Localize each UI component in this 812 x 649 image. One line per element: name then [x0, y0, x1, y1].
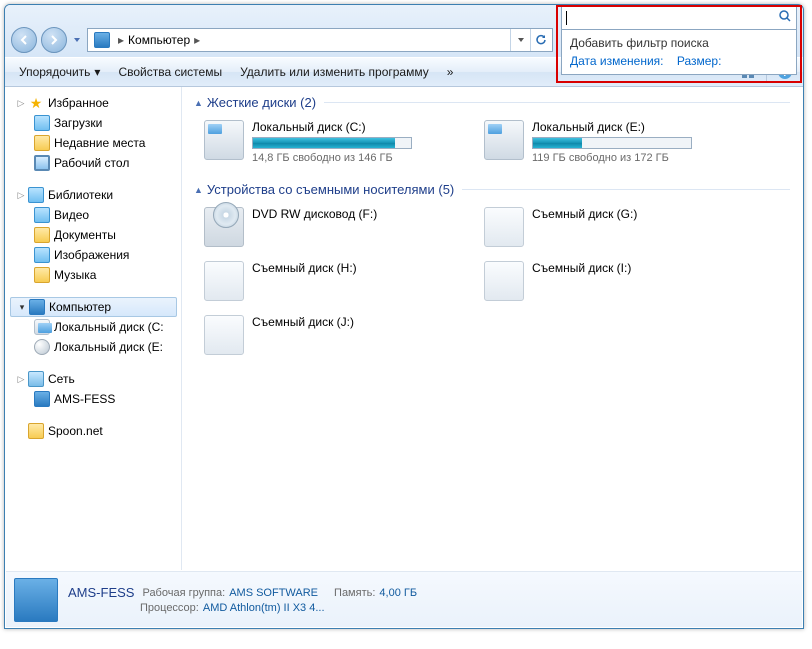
- drive-label: Локальный диск (E:): [532, 120, 692, 134]
- drive-removable-h[interactable]: Съемный диск (H:): [200, 257, 450, 305]
- folder-icon: [28, 423, 44, 439]
- back-button[interactable]: [11, 27, 37, 53]
- network-icon: [28, 371, 44, 387]
- search-icon[interactable]: [778, 9, 792, 26]
- sidebar-videos[interactable]: Видео: [6, 205, 181, 225]
- memory-label: Память:: [334, 587, 375, 599]
- search-filter-heading: Добавить фильтр поиска: [570, 36, 788, 50]
- uninstall-change-program-button[interactable]: Удалить или изменить программу: [234, 62, 435, 82]
- drive-removable-j[interactable]: Съемный диск (J:): [200, 311, 450, 359]
- pictures-icon: [34, 247, 50, 263]
- sidebar-favorites[interactable]: ▷★Избранное: [6, 93, 181, 113]
- details-name: AMS-FESS: [68, 585, 134, 600]
- group-removable[interactable]: ▲Устройства со съемными носителями (5): [194, 182, 790, 197]
- drive-dvd-f[interactable]: DVD RW дисковод (F:): [200, 203, 450, 251]
- workgroup-value: AMS SOFTWARE: [229, 587, 318, 599]
- hdd-icon: [204, 120, 244, 160]
- sidebar-network[interactable]: ▷Сеть: [6, 369, 181, 389]
- removable-drive-icon: [484, 207, 524, 247]
- drive-local-e[interactable]: Локальный диск (E:) 119 ГБ свободно из 1…: [480, 116, 730, 168]
- computer-icon: [14, 578, 58, 622]
- sidebar-downloads[interactable]: Загрузки: [6, 113, 181, 133]
- breadcrumb-computer[interactable]: ▸ Компьютер ▸: [90, 29, 208, 51]
- downloads-icon: [34, 115, 50, 131]
- content-pane: ▲Жесткие диски (2) Локальный диск (C:) 1…: [182, 87, 802, 570]
- star-icon: ★: [28, 95, 44, 111]
- computer-icon: [29, 299, 45, 315]
- toolbar-overflow[interactable]: »: [441, 62, 460, 82]
- drive-local-c[interactable]: Локальный диск (C:) 14,8 ГБ свободно из …: [200, 116, 450, 168]
- navigation-pane: ▷★Избранное Загрузки Недавние места Рабо…: [6, 87, 182, 570]
- chevron-right-icon[interactable]: ▸: [190, 33, 204, 47]
- removable-drive-icon: [204, 315, 244, 355]
- details-pane: AMS-FESS Рабочая группа: AMS SOFTWARE Па…: [6, 571, 802, 627]
- sidebar-desktop[interactable]: Рабочий стол: [6, 153, 181, 173]
- sidebar-libraries[interactable]: ▷Библиотеки: [6, 185, 181, 205]
- hdd-icon: [484, 120, 524, 160]
- drive-removable-g[interactable]: Съемный диск (G:): [480, 203, 730, 251]
- address-dropdown[interactable]: [510, 29, 530, 51]
- drive-label: Съемный диск (G:): [532, 207, 637, 221]
- drive-removable-i[interactable]: Съемный диск (I:): [480, 257, 730, 305]
- free-space-label: 14,8 ГБ свободно из 146 ГБ: [252, 152, 412, 164]
- drive-label: Съемный диск (J:): [252, 315, 354, 329]
- sidebar-documents[interactable]: Документы: [6, 225, 181, 245]
- computer-icon: [34, 391, 50, 407]
- sidebar-local-disk-e[interactable]: Локальный диск (E:: [6, 337, 181, 357]
- hdd-icon: [34, 319, 50, 335]
- sidebar-pictures[interactable]: Изображения: [6, 245, 181, 265]
- filter-date-modified[interactable]: Дата изменения:: [570, 54, 664, 68]
- search-field[interactable]: [567, 11, 774, 25]
- dvd-drive-icon: [204, 207, 244, 247]
- sidebar-local-disk-c[interactable]: Локальный диск (C:: [6, 317, 181, 337]
- recent-icon: [34, 135, 50, 151]
- sidebar-spoon-net[interactable]: Spoon.net: [6, 421, 181, 441]
- sidebar-music[interactable]: Музыка: [6, 265, 181, 285]
- libraries-icon: [28, 187, 44, 203]
- memory-value: 4,00 ГБ: [379, 587, 417, 599]
- workgroup-label: Рабочая группа:: [142, 587, 225, 599]
- drive-label: DVD RW дисковод (F:): [252, 207, 377, 221]
- chevron-right-icon: ▸: [114, 33, 128, 47]
- removable-drive-icon: [484, 261, 524, 301]
- system-properties-button[interactable]: Свойства системы: [112, 62, 228, 82]
- music-icon: [34, 267, 50, 283]
- sidebar-recent[interactable]: Недавние места: [6, 133, 181, 153]
- drive-label: Съемный диск (I:): [532, 261, 631, 275]
- processor-label: Процессор:: [140, 602, 199, 614]
- computer-icon: [94, 32, 110, 48]
- hdd-icon: [34, 339, 50, 355]
- group-hard-disks[interactable]: ▲Жесткие диски (2): [194, 95, 790, 110]
- capacity-bar: [252, 137, 412, 149]
- sidebar-computer[interactable]: ▾Компьютер: [10, 297, 177, 317]
- refresh-button[interactable]: [530, 29, 550, 51]
- sidebar-network-host[interactable]: AMS-FESS: [6, 389, 181, 409]
- removable-drive-icon: [204, 261, 244, 301]
- breadcrumb-label: Компьютер: [128, 33, 190, 47]
- nav-history-dropdown[interactable]: [71, 30, 83, 50]
- address-bar[interactable]: ▸ Компьютер ▸: [87, 28, 553, 52]
- documents-icon: [34, 227, 50, 243]
- processor-value: AMD Athlon(tm) II X3 4...: [203, 602, 325, 614]
- videos-icon: [34, 207, 50, 223]
- organize-menu[interactable]: Упорядочить▾: [13, 62, 106, 82]
- capacity-bar: [532, 137, 692, 149]
- search-input[interactable]: [561, 6, 797, 30]
- forward-button[interactable]: [41, 27, 67, 53]
- drive-label: Съемный диск (H:): [252, 261, 357, 275]
- desktop-icon: [34, 155, 50, 171]
- free-space-label: 119 ГБ свободно из 172 ГБ: [532, 152, 692, 164]
- filter-size[interactable]: Размер:: [677, 54, 722, 68]
- search-filter-dropdown: Добавить фильтр поиска Дата изменения: Р…: [561, 30, 797, 75]
- drive-label: Локальный диск (C:): [252, 120, 412, 134]
